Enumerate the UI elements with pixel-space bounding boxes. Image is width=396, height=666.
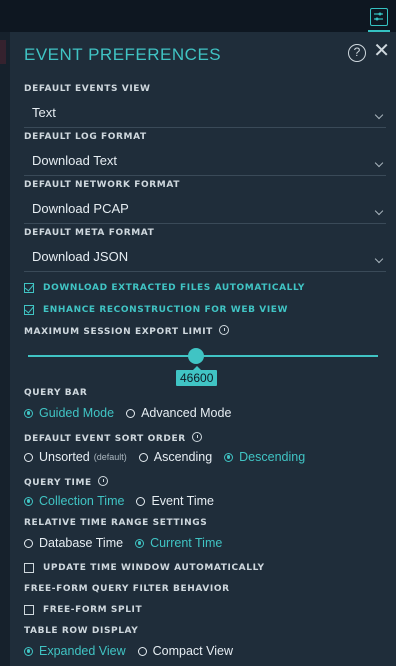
enhance-reconstruction-label: ENHANCE RECONSTRUCTION FOR WEB VIEW <box>43 305 289 315</box>
default-network-format: DEFAULT NETWORK FORMAT Download PCAP <box>24 180 386 224</box>
help-icon[interactable]: ? <box>348 44 366 62</box>
panel-header: EVENT PREFERENCES ? ✕ <box>10 32 396 76</box>
free-form-split-option[interactable]: FREE-FORM SPLIT <box>24 601 142 619</box>
session-limit-label-text: MAXIMUM SESSION EXPORT LIMIT <box>24 327 213 337</box>
free-form-behavior-label: FREE-FORM QUERY FILTER BEHAVIOR <box>24 584 230 594</box>
chevron-down-icon <box>374 158 384 168</box>
query-time-label: QUERY TIME <box>24 476 108 488</box>
query-time-label-text: QUERY TIME <box>24 478 92 488</box>
radio-selected-icon <box>24 496 33 506</box>
radio-icon <box>126 408 136 418</box>
radio-compact-view-label: Compact View <box>152 644 233 658</box>
default-meta-format-label: DEFAULT META FORMAT <box>24 228 155 238</box>
download-extracted-files-option[interactable]: DOWNLOAD EXTRACTED FILES AUTOMATICALLY <box>24 279 305 297</box>
table-row-display-label: TABLE ROW DISPLAY <box>24 626 139 636</box>
checkbox-checked-icon[interactable] <box>24 305 34 315</box>
default-meta-format-value: Download JSON <box>32 249 129 264</box>
slider-value-tooltip: 46600 <box>176 366 218 386</box>
radio-expanded-view-label: Expanded View <box>39 644 126 658</box>
info-icon[interactable] <box>218 325 229 335</box>
default-events-view: DEFAULT EVENTS VIEW Text <box>24 84 386 128</box>
default-network-format-value: Download PCAP <box>32 201 129 216</box>
default-log-format: DEFAULT LOG FORMAT Download Text <box>24 132 386 176</box>
default-log-format-value: Download Text <box>32 153 118 168</box>
relative-time-options: Database Time Current Time <box>24 534 234 552</box>
query-time-options: Collection Time Event Time <box>24 492 226 510</box>
radio-current-time-label: Current Time <box>150 536 223 550</box>
radio-database-time[interactable]: Database Time <box>24 536 123 550</box>
radio-unsorted-label: Unsorted <box>39 450 90 464</box>
radio-guided-mode-label: Guided Mode <box>39 406 115 420</box>
update-time-window-label: UPDATE TIME WINDOW AUTOMATICALLY <box>43 563 265 573</box>
default-events-view-value: Text <box>32 105 56 120</box>
sort-order-options: Unsorted (default) Ascending Descending <box>24 448 317 466</box>
default-note: (default) <box>93 452 127 462</box>
default-meta-format: DEFAULT META FORMAT Download JSON <box>24 228 386 272</box>
radio-collection-time-label: Collection Time <box>39 494 125 508</box>
slider-thumb[interactable] <box>188 348 204 364</box>
checkbox-icon[interactable] <box>24 563 34 573</box>
radio-database-time-label: Database Time <box>39 536 124 550</box>
close-icon[interactable]: ✕ <box>373 41 390 61</box>
radio-selected-icon <box>135 538 145 548</box>
table-row-display-options: Expanded View Compact View <box>24 642 245 660</box>
query-bar-label: QUERY BAR <box>24 388 88 398</box>
sort-order-label-text: DEFAULT EVENT SORT ORDER <box>24 434 186 444</box>
radio-descending[interactable]: Descending <box>224 450 305 464</box>
radio-icon <box>24 538 33 548</box>
radio-selected-icon <box>24 408 33 418</box>
info-icon[interactable] <box>97 476 108 486</box>
radio-icon <box>136 496 146 506</box>
radio-ascending[interactable]: Ascending <box>138 450 213 464</box>
chevron-down-icon <box>374 254 384 264</box>
radio-advanced-mode-label: Advanced Mode <box>141 406 232 420</box>
radio-selected-icon <box>24 646 33 656</box>
session-limit-slider[interactable]: 46600 <box>28 344 378 386</box>
info-icon[interactable] <box>191 432 202 442</box>
radio-descending-label: Descending <box>239 450 306 464</box>
radio-advanced-mode[interactable]: Advanced Mode <box>126 406 231 420</box>
checkbox-checked-icon[interactable] <box>24 283 34 293</box>
top-bar <box>0 0 396 32</box>
default-network-format-label: DEFAULT NETWORK FORMAT <box>24 180 180 190</box>
sort-order-label: DEFAULT EVENT SORT ORDER <box>24 432 202 444</box>
radio-icon <box>137 646 147 656</box>
background-page-edge <box>0 32 10 666</box>
radio-current-time[interactable]: Current Time <box>135 536 222 550</box>
update-time-window-option[interactable]: UPDATE TIME WINDOW AUTOMATICALLY <box>24 559 265 577</box>
default-log-format-label: DEFAULT LOG FORMAT <box>24 132 147 142</box>
radio-icon <box>24 452 33 462</box>
free-form-split-label: FREE-FORM SPLIT <box>43 605 143 615</box>
default-events-view-select[interactable]: Text <box>24 102 386 128</box>
chevron-down-icon <box>374 110 384 120</box>
default-network-format-select[interactable]: Download PCAP <box>24 198 386 224</box>
radio-expanded-view[interactable]: Expanded View <box>24 644 126 658</box>
radio-guided-mode[interactable]: Guided Mode <box>24 406 114 420</box>
default-log-format-select[interactable]: Download Text <box>24 150 386 176</box>
radio-collection-time[interactable]: Collection Time <box>24 494 124 508</box>
radio-event-time[interactable]: Event Time <box>136 494 214 508</box>
radio-selected-icon <box>224 452 234 462</box>
radio-event-time-label: Event Time <box>151 494 214 508</box>
radio-unsorted[interactable]: Unsorted (default) <box>24 450 127 464</box>
radio-icon <box>138 452 148 462</box>
background-row-marker <box>0 40 6 64</box>
chevron-down-icon <box>374 206 384 216</box>
checkbox-icon[interactable] <box>24 605 34 615</box>
radio-ascending-label: Ascending <box>153 450 213 464</box>
event-preferences-panel: EVENT PREFERENCES ? ✕ DEFAULT EVENTS VIE… <box>10 32 396 666</box>
panel-toggle-icon[interactable] <box>370 8 388 26</box>
query-bar-options: Guided Mode Advanced Mode <box>24 404 243 422</box>
default-meta-format-select[interactable]: Download JSON <box>24 246 386 272</box>
session-limit-label: MAXIMUM SESSION EXPORT LIMIT <box>24 325 229 337</box>
default-events-view-label: DEFAULT EVENTS VIEW <box>24 84 151 94</box>
panel-title: EVENT PREFERENCES <box>24 45 222 64</box>
enhance-reconstruction-option[interactable]: ENHANCE RECONSTRUCTION FOR WEB VIEW <box>24 301 288 319</box>
radio-compact-view[interactable]: Compact View <box>137 644 233 658</box>
download-extracted-files-label: DOWNLOAD EXTRACTED FILES AUTOMATICALLY <box>43 283 306 293</box>
relative-time-label: RELATIVE TIME RANGE SETTINGS <box>24 518 208 528</box>
